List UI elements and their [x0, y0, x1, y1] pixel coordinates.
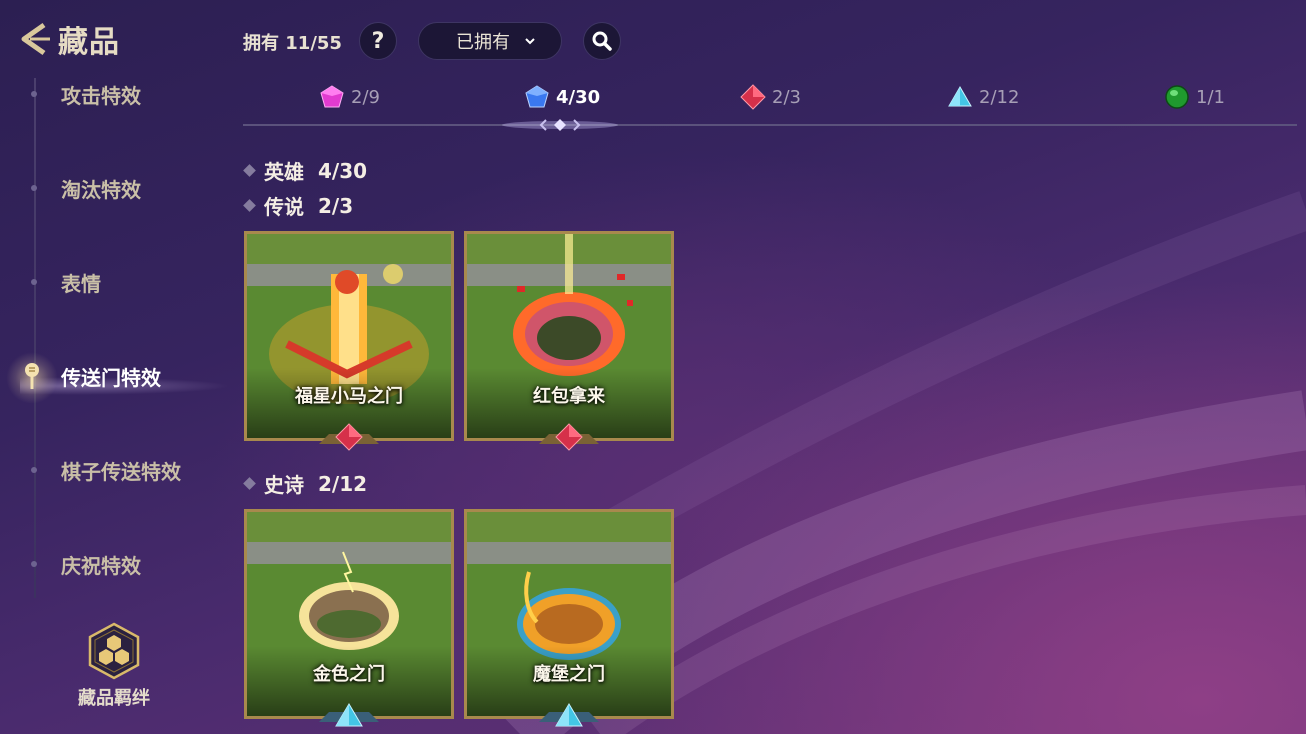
- rarity-tab-red[interactable]: 2/3: [740, 84, 801, 110]
- blue-gem-icon: [525, 85, 549, 108]
- cyan-triangle-icon: [948, 86, 972, 107]
- card-name: 福星小马之门: [295, 386, 403, 407]
- sidebar-item-label: 棋子传送特效: [61, 459, 181, 484]
- back-arrow-icon: [21, 22, 50, 56]
- sidebar-item-emotes[interactable]: 表情: [26, 262, 101, 302]
- page-title: 藏品: [58, 25, 120, 60]
- rarity-tab-blue[interactable]: 4/30: [524, 84, 600, 110]
- chevron-down-icon: [525, 38, 535, 45]
- sidebar-item-label: 传送门特效: [61, 365, 161, 390]
- sidebar-item-label: 庆祝特效: [61, 553, 141, 578]
- section-count: 4/30: [318, 158, 368, 183]
- section-count: 2/3: [318, 193, 354, 218]
- section-count: 2/12: [318, 471, 368, 496]
- section-hero-heading[interactable]: 英雄 4/30: [243, 156, 368, 185]
- diamond-bullet-icon: [243, 199, 256, 212]
- pink-gem-icon: [320, 85, 344, 108]
- card-name: 红包拿来: [533, 386, 605, 407]
- rarity-tab-green[interactable]: 1/1: [1164, 84, 1225, 110]
- red-gem-icon: [555, 423, 583, 451]
- sidebar-dot: [31, 185, 37, 191]
- section-epic-heading[interactable]: 史诗 2/12: [243, 469, 368, 498]
- section-legend-heading[interactable]: 传说 2/3: [243, 191, 354, 220]
- rarity-count: 2/12: [979, 86, 1020, 108]
- question-icon: ?: [371, 28, 385, 54]
- red-gem-icon: [335, 423, 363, 451]
- section-title: 传说: [264, 195, 304, 219]
- portal-pin-icon: [25, 363, 39, 389]
- green-orb-icon: [1165, 85, 1189, 109]
- sidebar-item-label: 淘汰特效: [61, 177, 141, 202]
- collection-card[interactable]: 魔堡之门: [464, 509, 674, 727]
- rarity-count: 2/3: [772, 86, 801, 108]
- sidebar-item-label: 表情: [61, 271, 101, 296]
- card-name: 金色之门: [313, 664, 385, 685]
- diamond-bullet-icon: [243, 164, 256, 177]
- filter-selected-value: 已拥有: [456, 32, 510, 53]
- rarity-count: 4/30: [556, 86, 601, 108]
- search-icon: [592, 31, 612, 51]
- ownership-filter-dropdown[interactable]: 已拥有: [418, 22, 562, 60]
- cyan-triangle-icon: [555, 703, 583, 727]
- collection-card[interactable]: 福星小马之门: [244, 231, 454, 451]
- sidebar-track: [34, 78, 36, 598]
- owned-count: 拥有 11/55: [243, 33, 342, 54]
- back-button[interactable]: 藏品: [16, 20, 120, 60]
- diamond-bullet-icon: [243, 477, 256, 490]
- collection-bond-button[interactable]: 藏品羁绊: [72, 622, 156, 710]
- hexagon-bond-icon: [88, 622, 140, 680]
- sidebar-item-piece-teleport-effects[interactable]: 棋子传送特效: [26, 450, 181, 490]
- rarity-tabs: 2/9 4/30 2/3 2/12 1/1: [243, 84, 1297, 118]
- rarity-tab-pink[interactable]: 2/9: [319, 84, 380, 110]
- section-title: 史诗: [264, 473, 304, 497]
- rarity-count: 1/1: [1196, 86, 1225, 108]
- sidebar-dot: [31, 279, 37, 285]
- tab-divider: [243, 124, 1297, 126]
- sidebar-item-celebration-effects[interactable]: 庆祝特效: [26, 544, 141, 584]
- red-gem-icon: [740, 84, 766, 110]
- help-button[interactable]: ?: [359, 22, 397, 60]
- rarity-tab-cyan[interactable]: 2/12: [947, 84, 1019, 110]
- cyan-triangle-icon: [335, 703, 363, 727]
- sidebar-item-elimination-effects[interactable]: 淘汰特效: [26, 168, 141, 208]
- section-title: 英雄: [264, 160, 304, 184]
- active-tab-indicator: [502, 119, 618, 131]
- search-button[interactable]: [583, 22, 621, 60]
- bond-label: 藏品羁绊: [78, 688, 150, 709]
- sidebar-dot: [31, 91, 37, 97]
- collection-card[interactable]: 金色之门: [244, 509, 454, 727]
- sidebar-dot: [31, 561, 37, 567]
- collection-card[interactable]: 红包拿来: [464, 231, 674, 451]
- card-name: 魔堡之门: [533, 664, 605, 685]
- sidebar-item-label: 攻击特效: [61, 83, 141, 108]
- sidebar-dot: [31, 467, 37, 473]
- sidebar-item-attack-effects[interactable]: 攻击特效: [26, 74, 141, 114]
- rarity-count: 2/9: [351, 86, 380, 108]
